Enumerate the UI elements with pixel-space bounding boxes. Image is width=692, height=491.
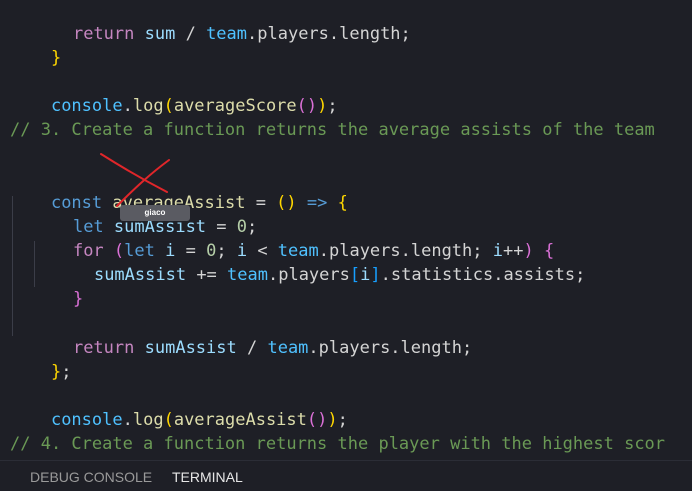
- code-comment: // 3. Create a function returns the aver…: [10, 120, 655, 140]
- code-line: return sumAssist / team.players.length;: [72, 338, 473, 358]
- code-line: }: [72, 289, 84, 309]
- tab-debug-console[interactable]: DEBUG CONSOLE: [30, 468, 152, 486]
- code-line: return sum / team.players.length;: [72, 24, 411, 44]
- bottom-panel-tabs: DEBUG CONSOLE TERMINAL: [0, 460, 692, 491]
- code-line: const averageAssist = () => {: [50, 193, 348, 213]
- code-line: console.log(averageAssist());: [50, 410, 348, 430]
- code-line: };: [50, 362, 72, 382]
- red-cross-annotation: [100, 153, 170, 207]
- code-editor[interactable]: return sum / team.players.length; } cons…: [0, 0, 692, 460]
- code-line: }: [50, 48, 62, 68]
- code-line: sumAssist += team.players[i].statistics.…: [93, 265, 586, 285]
- cursor-name-tooltip: giaco: [120, 205, 190, 221]
- code-comment: // 4. Create a function returns the play…: [10, 434, 666, 454]
- code-line: for (let i = 0; i < team.players.length;…: [72, 241, 555, 261]
- tab-terminal[interactable]: TERMINAL: [172, 468, 243, 486]
- code-line: console.log(averageScore());: [50, 96, 338, 116]
